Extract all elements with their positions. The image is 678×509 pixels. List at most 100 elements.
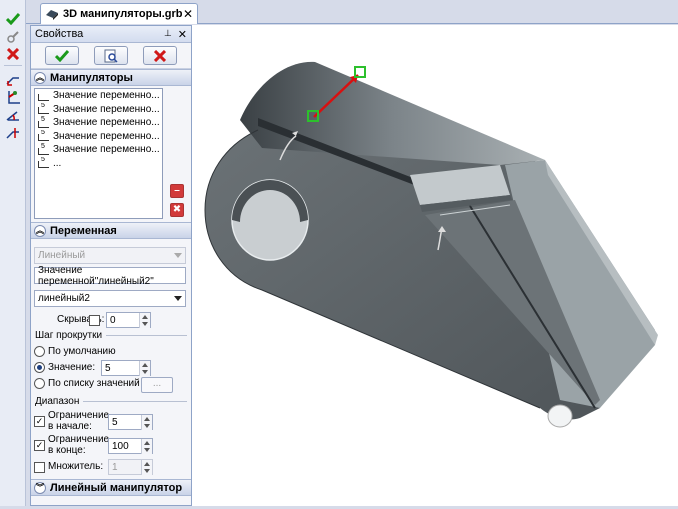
linear-manipulator-icon: [37, 90, 51, 102]
range-group: Диапазон: [35, 396, 187, 407]
document-tab[interactable]: 3D манипуляторы.grb ✕: [40, 3, 198, 24]
toolbar-separator: [4, 65, 22, 66]
param-icon[interactable]: [3, 28, 23, 46]
list-item[interactable]: 5 Значение переменно...: [35, 103, 162, 117]
section-title: Манипуляторы: [50, 71, 133, 84]
chevron-down-icon: [174, 253, 182, 258]
radius-manipulator-icon[interactable]: [3, 124, 23, 142]
spin-arrows-icon[interactable]: [141, 439, 152, 454]
3d-model-icon: [46, 10, 58, 20]
panel-title: Свойства: [35, 28, 84, 40]
collapse-chevron-icon[interactable]: ︽: [34, 71, 46, 84]
list-item-label: Значение переменно...: [53, 103, 160, 115]
list-item[interactable]: 5 ...: [35, 157, 162, 171]
ok-button[interactable]: [44, 46, 79, 65]
list-item[interactable]: Значение переменно...: [35, 89, 162, 103]
spin-arrows-icon[interactable]: [141, 460, 152, 475]
linear-manipulator-icon: 5: [37, 130, 51, 142]
limit-start-stepper[interactable]: 5: [108, 414, 153, 430]
manipulators-list[interactable]: Значение переменно... 5 Значение перемен…: [34, 88, 163, 219]
manipulators-section-header[interactable]: ︽ Манипуляторы: [31, 69, 191, 86]
section-title: Линейный манипулятор: [50, 481, 183, 494]
hide-checkbox[interactable]: [89, 315, 100, 326]
hide-stepper[interactable]: 0: [106, 312, 151, 328]
multiplier-checkbox[interactable]: [34, 462, 45, 473]
type-select-value: Линейный: [38, 250, 86, 261]
limit-end-stepper[interactable]: 100: [108, 438, 153, 454]
list-item-label: Значение переменно...: [53, 130, 160, 142]
spin-arrows-icon[interactable]: [141, 415, 152, 430]
limit-end-label: Ограничение в конце:: [48, 434, 110, 456]
red-x-icon[interactable]: [3, 45, 23, 63]
linear-manipulator-icon: 5: [37, 157, 51, 169]
group-title: Шаг прокрутки: [35, 330, 103, 341]
group-divider: [106, 335, 187, 336]
step-group: Шаг прокрутки: [35, 330, 187, 341]
group-title: Диапазон: [35, 396, 80, 407]
linear-manipulator-icon[interactable]: [3, 70, 23, 88]
close-panel-icon[interactable]: ✕: [178, 28, 187, 41]
multiplier-stepper[interactable]: 1: [108, 459, 153, 475]
radio-list-label: По списку значений: [48, 378, 140, 389]
radio-default-label: По умолчанию: [48, 346, 116, 357]
linear-manipulator-icon: 5: [37, 143, 51, 156]
close-tab-icon[interactable]: ✕: [183, 7, 193, 21]
type-select[interactable]: Линейный: [34, 247, 186, 264]
limit-start-checkbox[interactable]: ✓: [34, 416, 45, 427]
variable-select[interactable]: линейный2: [34, 290, 186, 307]
section-title: Переменная: [50, 224, 117, 237]
limit-end-value: 100: [112, 440, 129, 452]
linear-manipulator-icon: 5: [37, 103, 51, 115]
variable-name-value: Значение переменной"линейный2": [38, 264, 154, 287]
3d-viewport[interactable]: [192, 25, 678, 506]
spin-arrows-icon[interactable]: [139, 313, 150, 328]
remove-manipulator-button[interactable]: –: [170, 184, 184, 198]
green-check-icon: [54, 49, 69, 62]
linear-manipulator-icon: 5: [37, 116, 51, 129]
expand-chevron-icon[interactable]: ︾: [34, 481, 46, 494]
radio-value-label: Значение:: [48, 362, 96, 373]
value-list-button[interactable]: ...: [141, 377, 173, 393]
chevron-down-icon: [174, 296, 182, 301]
properties-panel: Свойства ⊥ ✕ ︽ Манипуляторы Значение пер…: [30, 25, 192, 506]
hide-stepper-value: 0: [110, 314, 116, 326]
step-value-stepper[interactable]: 5: [101, 360, 151, 376]
list-item[interactable]: 5 Значение переменно...: [35, 116, 162, 130]
limit-end-checkbox[interactable]: ✓: [34, 440, 45, 451]
linear-manipulator-section-header[interactable]: ︾ Линейный манипулятор: [31, 479, 191, 496]
collapse-chevron-icon[interactable]: ︽: [34, 224, 46, 237]
delete-manipulator-button[interactable]: ✖: [170, 203, 184, 217]
3d-model-render[interactable]: [192, 25, 678, 506]
list-item-label: Значение переменно...: [53, 144, 160, 156]
variable-section-header[interactable]: ︽ Переменная: [31, 222, 191, 239]
list-item-label: Значение переменно...: [53, 90, 160, 102]
list-item[interactable]: 5 Значение переменно...: [35, 143, 162, 157]
preview-button[interactable]: [93, 46, 128, 65]
step-value: 5: [105, 362, 111, 374]
panel-action-bar: [31, 43, 191, 69]
list-item-label: ...: [53, 157, 62, 169]
left-toolbar: [0, 0, 26, 506]
panel-title-bar: Свойства ⊥ ✕: [31, 26, 191, 43]
manipulator-axes-icon[interactable]: [3, 88, 23, 106]
red-x-icon: [154, 49, 167, 62]
multiplier-label: Множитель:: [48, 461, 104, 472]
limit-start-label: Ограничение в начале:: [48, 410, 110, 432]
cancel-button[interactable]: [143, 46, 178, 65]
preview-icon: [104, 49, 118, 63]
variable-select-value: линейный2: [38, 293, 90, 304]
spin-arrows-icon[interactable]: [139, 361, 150, 376]
tab-strip: 3D манипуляторы.grb ✕: [26, 0, 678, 24]
list-item[interactable]: 5 Значение переменно...: [35, 130, 162, 144]
document-tab-title: 3D манипуляторы.grb: [63, 8, 183, 20]
radio-list[interactable]: [34, 378, 45, 389]
limit-start-value: 5: [112, 416, 118, 428]
angle-manipulator-icon[interactable]: [3, 106, 23, 124]
multiplier-value: 1: [112, 461, 118, 473]
radio-value[interactable]: [34, 362, 45, 373]
pin-icon[interactable]: ⊥: [164, 28, 172, 41]
radio-default[interactable]: [34, 346, 45, 357]
variable-name-field[interactable]: Значение переменной"линейный2": [34, 264, 186, 287]
list-item-label: Значение переменно...: [53, 117, 160, 129]
green-check-icon[interactable]: [3, 10, 23, 28]
